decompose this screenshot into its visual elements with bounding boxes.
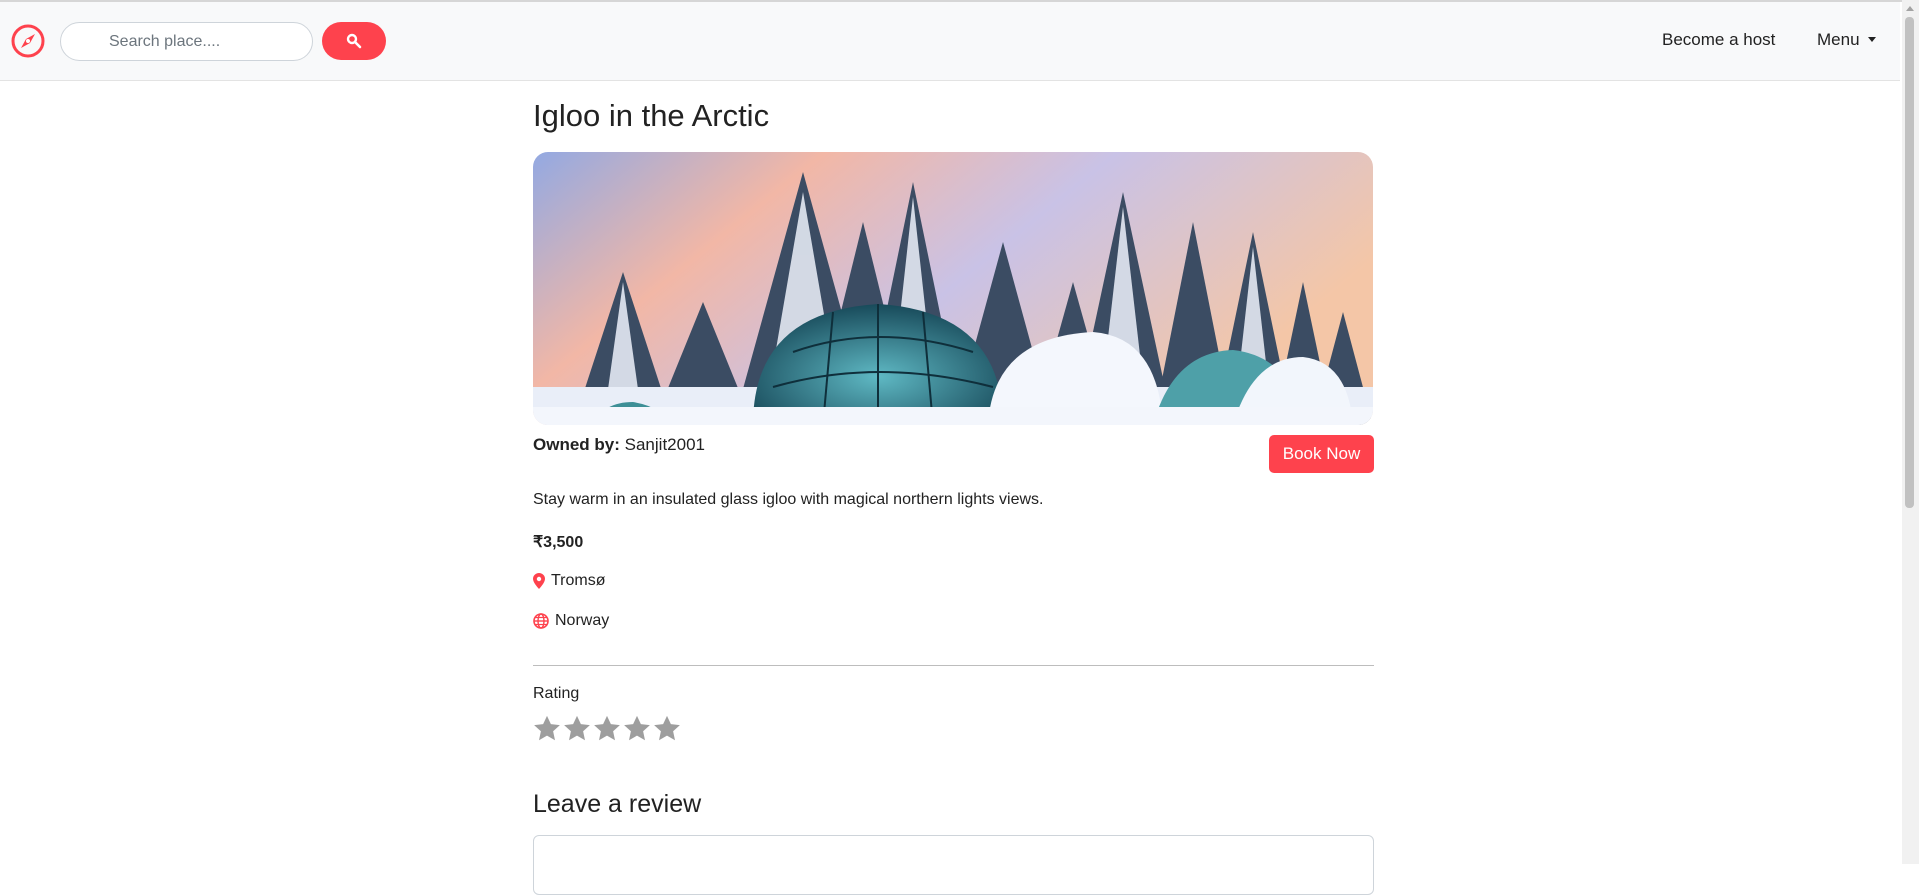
igloo-scene-image [533,152,1373,425]
leave-review-heading: Leave a review [533,790,702,818]
review-textarea[interactable] [533,835,1374,895]
listing-price: ₹3,500 [533,534,584,551]
listing-title: Igloo in the Arctic [533,98,770,133]
star-rating-input[interactable] [532,714,682,744]
page-scrollbar[interactable] [1902,0,1919,864]
caret-down-icon [1867,37,1876,42]
country-text: Norway [555,612,610,629]
listing-image [533,152,1373,425]
globe-icon [533,613,549,629]
menu-dropdown[interactable]: Menu [1817,30,1876,50]
search-icon [346,33,362,49]
listing-location: Tromsø [533,572,606,590]
search-button[interactable] [322,22,386,60]
become-host-link[interactable]: Become a host [1662,30,1775,50]
book-now-button[interactable]: Book Now [1269,435,1374,473]
rating-label: Rating [533,685,580,702]
navbar: Become a host Menu [0,2,1900,81]
owner-info: Owned by: Sanjit2001 [533,435,705,455]
owner-label: Owned by: [533,435,620,454]
star-icon[interactable] [652,714,682,744]
scroll-up-arrow-icon[interactable] [1906,6,1914,11]
star-icon[interactable] [592,714,622,744]
section-divider [533,665,1374,666]
location-text: Tromsø [551,572,606,589]
owner-name: Sanjit2001 [624,435,705,454]
search-input[interactable] [60,22,313,61]
scrollbar-thumb[interactable] [1905,17,1914,508]
compass-icon[interactable] [10,23,46,59]
menu-label: Menu [1817,30,1860,49]
listing-description: Stay warm in an insulated glass igloo wi… [533,491,1044,508]
star-icon[interactable] [622,714,652,744]
star-icon[interactable] [562,714,592,744]
location-pin-icon [533,573,545,589]
listing-country: Norway [533,612,609,630]
star-icon[interactable] [532,714,562,744]
